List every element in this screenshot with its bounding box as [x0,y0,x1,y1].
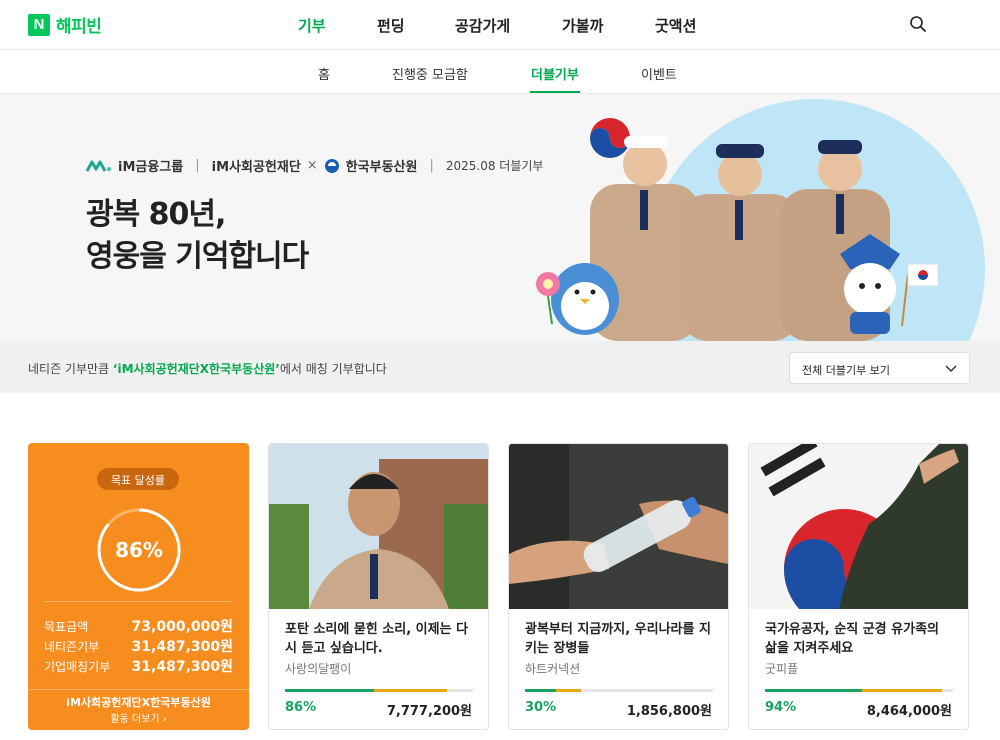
campaign-amount: 1,856,800원 [626,704,712,719]
campaign-title: 포탄 소리에 묻힌 소리, 이제는 다시 듣고 싶습니다. [285,622,469,656]
goal-row-netizen: 네티즌기부 31,487,300원 [44,636,233,656]
campaign-amount: 8,464,000원 [866,704,952,719]
goal-badge: 목표 달성률 [97,468,179,490]
gnb-item-goodaction[interactable]: 굿액션 [655,15,696,36]
campaign-title: 광복부터 지금까지, 우리나라를 지키는 장병들 [525,622,711,656]
banner-title-line1: 광복 80년, [86,197,226,232]
campaign-org: 굿피플 [765,662,799,676]
campaign-card[interactable]: 광복부터 지금까지, 우리나라를 지키는 장병들 하트커넥션 30% 1,856… [508,443,729,730]
im-logo-icon [86,160,111,172]
matching-notice-text: 네티즌 기부만큼 ‘iM사회공헌재단X한국부동산원’에서 매칭 기부합니다 [28,360,387,377]
goal-foot-title: iM사회공헌재단X한국부동산원 [66,696,211,709]
campaign-card[interactable]: 포탄 소리에 묻힌 소리, 이제는 다시 듣고 싶습니다. 사랑의달팽이 86%… [268,443,489,730]
goal-foot-more: 활동 더보기 › [110,714,167,725]
campaign-image-veteran [269,444,488,609]
logo-text: 해피빈 [56,17,102,37]
goal-summary-card: 목표 달성률 86% 목표금액 73,000,000원 네티즌기부 31,487… [28,443,249,730]
top-bar: N 해피빈 기부 펀딩 공감가게 가볼까 굿액션 [0,0,1000,50]
goal-row-corporate: 기업매칭기부 31,487,300원 [44,656,233,676]
subnav-item-home[interactable]: 홈 [318,64,330,83]
campaign-date: 2025.08 더블기부 [445,159,544,173]
naver-n-logo-box: N [28,13,50,36]
notice-highlight: ‘iM사회공헌재단X한국부동산원’ [112,362,280,376]
progress-fill-netizen [765,689,863,692]
campaign-percent: 94% [765,700,797,715]
subnav-active-underline [530,91,580,93]
chevron-down-icon [945,365,957,373]
gnb-item-shop[interactable]: 공감가게 [455,15,510,36]
progress-fill-matching [373,689,447,692]
subnav-item-double-donation[interactable]: 더블기부 [531,64,579,83]
progress-fill-netizen [525,689,557,692]
progress-fill-netizen [285,689,374,692]
partner-im-group: iM금융그룹 [118,160,184,175]
partner-x: × [306,158,318,173]
notice-suffix: 에서 매칭 기부합니다 [279,362,387,376]
goal-percent: 86% [115,538,163,562]
campaign-percent: 86% [285,700,317,715]
campaign-org: 하트커넥션 [525,662,581,676]
subnav-item-ongoing[interactable]: 진행중 모금함 [392,64,468,83]
goal-row-value: 31,487,300원 [131,639,233,655]
activity-more-link[interactable]: iM사회공헌재단X한국부동산원 활동 더보기 › [28,689,249,730]
campaign-card[interactable]: 국가유공자, 순직 군경 유가족의 삶을 지켜주세요 굿피플 94% 8,464… [748,443,969,730]
banner-title: 광복 80년, 영웅을 기억합니다 [86,194,309,278]
divider: | [195,158,200,173]
bird-mascot [551,263,619,335]
hero-banner[interactable]: iM금융그룹 | iM사회공헌재단 × 한국부동산원 | 2025.08 더블기… [0,94,1000,341]
gnb-item-gabolkka[interactable]: 가볼까 [562,15,603,36]
partner-im-foundation: iM사회공헌재단 [211,160,301,175]
campaign-progress [765,689,953,692]
partner-line: iM금융그룹 | iM사회공헌재단 × 한국부동산원 | 2025.08 더블기… [86,156,543,175]
search-icon[interactable] [909,15,927,33]
goal-amounts: 목표금액 73,000,000원 네티즌기부 31,487,300원 기업매칭기… [44,601,233,676]
campaign-image-water-bottle [509,444,728,609]
goal-row-label: 기업매칭기부 [44,659,111,674]
campaign-progress [525,689,713,692]
select-label: 전체 더블기부 보기 [802,364,890,377]
gnb-item-donate[interactable]: 기부 [298,15,326,36]
goal-row-value: 31,487,300원 [131,659,233,675]
campaign-percent: 30% [525,700,557,715]
goal-row-label: 목표금액 [44,619,89,634]
campaign-progress [285,689,473,692]
goal-row-value: 73,000,000원 [131,619,233,635]
progress-fill-matching [862,689,942,692]
campaign-amount: 7,777,200원 [386,704,472,719]
veterans-illustration [536,99,985,341]
happybean-logo[interactable]: N 해피빈 [28,12,102,37]
partner-reb: 한국부동산원 [345,160,418,175]
view-all-double-select[interactable]: 전체 더블기부 보기 [789,352,970,384]
goal-row-target: 목표금액 73,000,000원 [44,616,233,636]
notice-prefix: 네티즌 기부만큼 [28,362,113,376]
banner-title-line2: 영웅을 기억합니다 [86,239,309,274]
goal-row-label: 네티즌기부 [44,639,100,654]
reb-logo-icon [324,158,339,173]
divider: | [429,158,434,173]
subnav-item-event[interactable]: 이벤트 [641,64,677,83]
campaign-title: 국가유공자, 순직 군경 유가족의 삶을 지켜주세요 [765,622,939,656]
gnb-item-funding[interactable]: 펀딩 [377,15,405,36]
progress-fill-matching [556,689,582,692]
campaign-org: 사랑의달팽이 [285,662,352,676]
sub-nav: 홈 진행중 모금함 더블기부 이벤트 [0,51,1000,94]
matching-notice: 네티즌 기부만큼 ‘iM사회공헌재단X한국부동산원’에서 매칭 기부합니다 전체… [0,341,1000,393]
campaign-image-salute [749,444,968,609]
